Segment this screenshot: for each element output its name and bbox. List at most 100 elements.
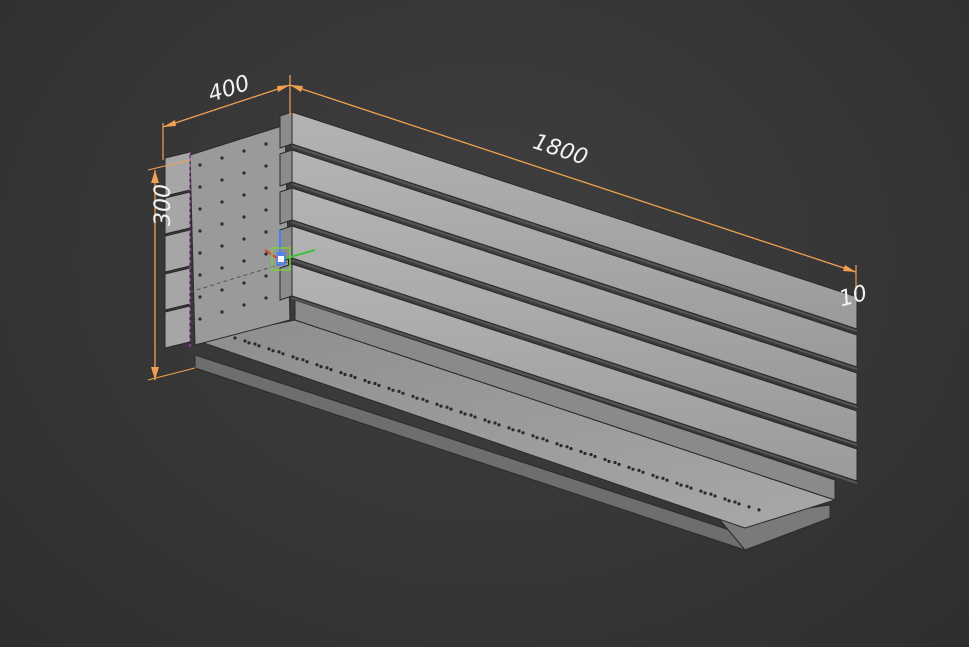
- perforation-hole: [637, 468, 641, 472]
- perforation-hole: [469, 413, 473, 417]
- slat-end: [279, 149, 293, 187]
- perforation-hole: [257, 344, 261, 348]
- dimension-label-height[interactable]: 300: [151, 184, 176, 226]
- perforation-hole: [559, 444, 563, 448]
- perforation-hole: [445, 405, 449, 409]
- perforation-hole: [517, 429, 521, 433]
- perforation-hole: [220, 222, 224, 226]
- perforation-hole: [242, 237, 246, 241]
- perforation-hole: [367, 380, 371, 384]
- perforation-hole: [511, 428, 515, 432]
- perforation-hole: [315, 363, 319, 367]
- perforation-hole: [198, 185, 202, 189]
- perforation-hole: [264, 142, 268, 146]
- dimension-label-width[interactable]: 400: [205, 71, 253, 108]
- perforation-hole: [545, 439, 549, 443]
- perforation-hole: [521, 431, 525, 435]
- perforation-hole: [463, 412, 467, 416]
- perforation-hole: [473, 415, 477, 419]
- end-flange-tabs: [164, 151, 191, 350]
- perforation-hole: [689, 486, 693, 490]
- perforation-hole: [242, 303, 246, 307]
- perforation-hole: [271, 349, 275, 353]
- perforation-hole: [264, 274, 268, 278]
- perforation-hole: [373, 381, 377, 386]
- perforation-hole: [242, 171, 246, 175]
- perforation-hole: [411, 394, 415, 398]
- perforation-hole: [435, 402, 439, 406]
- perforation-hole: [487, 420, 491, 424]
- perforation-hole: [301, 358, 305, 362]
- perforation-hole: [220, 266, 224, 270]
- perforation-hole: [397, 389, 401, 393]
- perforation-hole: [305, 360, 309, 364]
- perforation-hole: [531, 434, 535, 438]
- perforation-hole: [243, 339, 247, 343]
- perforation-hole: [535, 436, 539, 440]
- perforation-hole: [242, 259, 246, 263]
- perforation-hole: [247, 341, 251, 345]
- perforation-hole: [713, 494, 717, 498]
- perforation-hole: [220, 310, 224, 314]
- perforation-hole: [757, 508, 761, 512]
- perforation-hole: [631, 467, 635, 471]
- perforation-hole: [459, 410, 463, 414]
- perforation-hole: [699, 489, 703, 493]
- perforation-hole: [703, 491, 707, 495]
- perforation-hole: [737, 502, 741, 506]
- perforation-hole: [685, 484, 689, 488]
- perforation-hole: [242, 193, 246, 197]
- perforation-hole: [198, 207, 202, 211]
- perforation-hole: [220, 288, 224, 292]
- perforation-hole: [675, 481, 679, 485]
- perforation-hole: [727, 499, 731, 503]
- perforation-hole: [733, 500, 737, 504]
- perforation-hole: [198, 163, 202, 167]
- perforation-hole: [253, 342, 257, 346]
- perforation-hole: [415, 396, 419, 400]
- dimension-label-length[interactable]: 1800: [530, 130, 591, 171]
- perforation-hole: [220, 156, 224, 160]
- perforation-hole: [295, 357, 299, 361]
- perforation-hole: [723, 497, 727, 501]
- perforation-hole: [329, 368, 333, 372]
- perforated-end-plate: [189, 124, 291, 346]
- perforation-hole: [353, 375, 357, 380]
- perforation-hole: [319, 365, 323, 369]
- perforation-hole: [593, 454, 597, 459]
- perforation-hole: [421, 397, 425, 401]
- perforation-hole: [483, 418, 487, 422]
- perforation-hole: [264, 252, 268, 256]
- perforation-hole: [325, 366, 329, 370]
- perforation-hole: [281, 352, 285, 356]
- perforation-hole: [391, 388, 395, 392]
- perforation-hole: [607, 459, 611, 463]
- perforation-hole: [343, 372, 347, 377]
- perforation-hole: [198, 273, 202, 277]
- perforation-hole: [555, 442, 559, 446]
- 3d-model-viewport[interactable]: 400 1800 300 10: [0, 0, 969, 647]
- perforation-hole: [655, 475, 659, 479]
- perforation-hole: [220, 200, 224, 204]
- perforation-hole: [198, 229, 202, 233]
- perforation-hole: [198, 295, 202, 299]
- perforation-hole: [264, 296, 268, 300]
- perforation-hole: [541, 437, 545, 441]
- perforation-hole: [264, 186, 268, 190]
- svg-text:300: 300: [151, 184, 176, 226]
- perforation-hole: [579, 450, 583, 454]
- slat-end: [279, 111, 293, 149]
- perforation-hole: [242, 281, 246, 285]
- perforation-hole: [613, 460, 617, 465]
- svg-text:400: 400: [205, 71, 253, 108]
- model-canvas[interactable]: 400 1800 300 10: [0, 0, 969, 647]
- perforation-hole: [665, 478, 669, 482]
- perforation-hole: [709, 492, 713, 496]
- perforation-hole: [747, 505, 751, 509]
- perforation-hole: [242, 149, 246, 153]
- perforation-hole: [264, 208, 268, 212]
- perforation-hole: [507, 426, 511, 430]
- perforation-hole: [583, 451, 587, 456]
- dimension-label-far[interactable]: 10: [836, 281, 870, 312]
- perforation-hole: [220, 178, 224, 182]
